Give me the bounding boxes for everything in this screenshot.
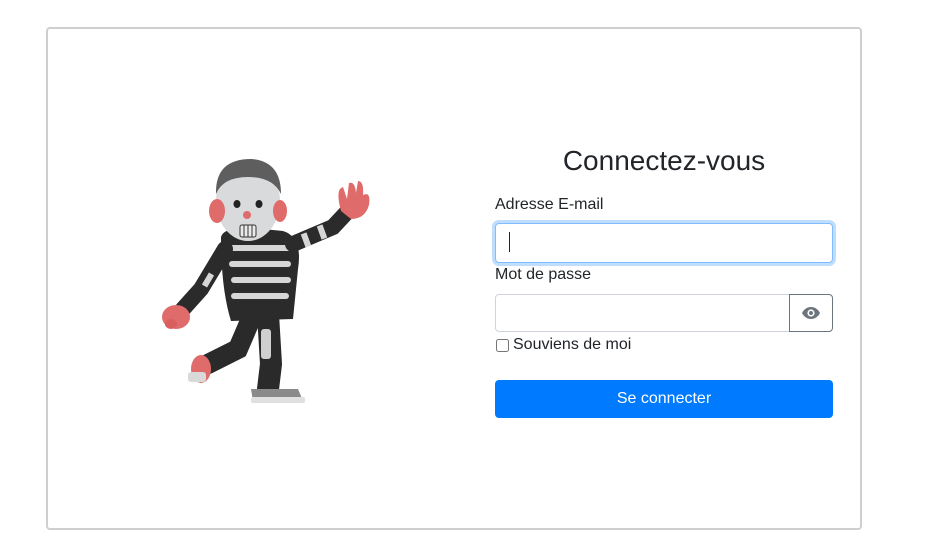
password-label: Mot de passe bbox=[495, 266, 592, 283]
password-group bbox=[495, 294, 833, 332]
email-field-wrap bbox=[495, 223, 833, 263]
login-card: Connectez-vous Adresse E-mail Mot de pas… bbox=[46, 27, 862, 530]
login-button[interactable]: Se connecter bbox=[495, 380, 833, 418]
character-illustration bbox=[162, 159, 370, 403]
remember-checkbox[interactable] bbox=[496, 338, 509, 352]
remember-label: Souviens de moi bbox=[513, 336, 632, 353]
eye-icon bbox=[802, 307, 820, 319]
password-field[interactable] bbox=[495, 294, 790, 332]
toggle-password-button[interactable] bbox=[789, 294, 833, 332]
text-caret bbox=[509, 232, 510, 252]
page-title: Connectez-vous bbox=[562, 145, 766, 176]
remember-me: Souviens de moi bbox=[495, 336, 631, 354]
email-field[interactable] bbox=[495, 223, 833, 263]
email-label: Adresse E-mail bbox=[495, 196, 604, 213]
